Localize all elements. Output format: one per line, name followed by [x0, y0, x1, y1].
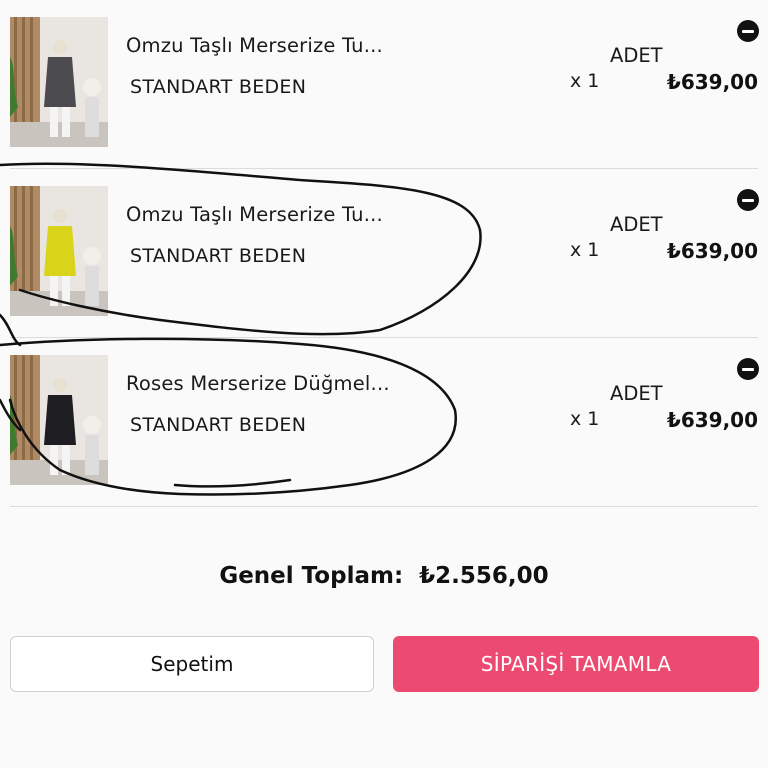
product-name[interactable]: Roses Merserize Düğmel... — [126, 372, 390, 395]
product-price: ₺639,00 — [666, 408, 758, 432]
cart-item: Roses Merserize Düğmel... STANDART BEDEN… — [0, 338, 768, 507]
product-size: STANDART BEDEN — [130, 414, 307, 436]
cart-item: Omzu Taşlı Merserize Tu... STANDART BEDE… — [0, 169, 768, 338]
product-price: ₺639,00 — [666, 239, 758, 263]
product-price: ₺639,00 — [666, 70, 758, 94]
product-size: STANDART BEDEN — [130, 76, 307, 98]
item-divider — [10, 506, 758, 507]
quantity-label: ADET — [610, 44, 663, 67]
product-image[interactable] — [10, 355, 108, 485]
minus-circle-icon[interactable] — [737, 20, 759, 42]
quantity-value: x 1 — [570, 408, 600, 430]
product-size: STANDART BEDEN — [130, 245, 307, 267]
quantity-label: ADET — [610, 382, 663, 405]
minus-circle-icon[interactable] — [737, 358, 759, 380]
quantity-value: x 1 — [570, 70, 600, 92]
product-image[interactable] — [10, 17, 108, 147]
product-name[interactable]: Omzu Taşlı Merserize Tu... — [126, 203, 383, 226]
product-name[interactable]: Omzu Taşlı Merserize Tu... — [126, 34, 383, 57]
minus-circle-icon[interactable] — [737, 189, 759, 211]
order-total: Genel Toplam: ₺2.556,00 — [0, 563, 768, 589]
cart-item: Omzu Taşlı Merserize Tu... STANDART BEDE… — [0, 0, 768, 169]
total-value: ₺2.556,00 — [419, 563, 549, 589]
product-image[interactable] — [10, 186, 108, 316]
quantity-value: x 1 — [570, 239, 600, 261]
total-label: Genel Toplam: — [219, 563, 404, 589]
quantity-label: ADET — [610, 213, 663, 236]
cart-button[interactable]: Sepetim — [10, 636, 374, 692]
checkout-button[interactable]: SİPARİŞİ TAMAMLA — [393, 636, 759, 692]
